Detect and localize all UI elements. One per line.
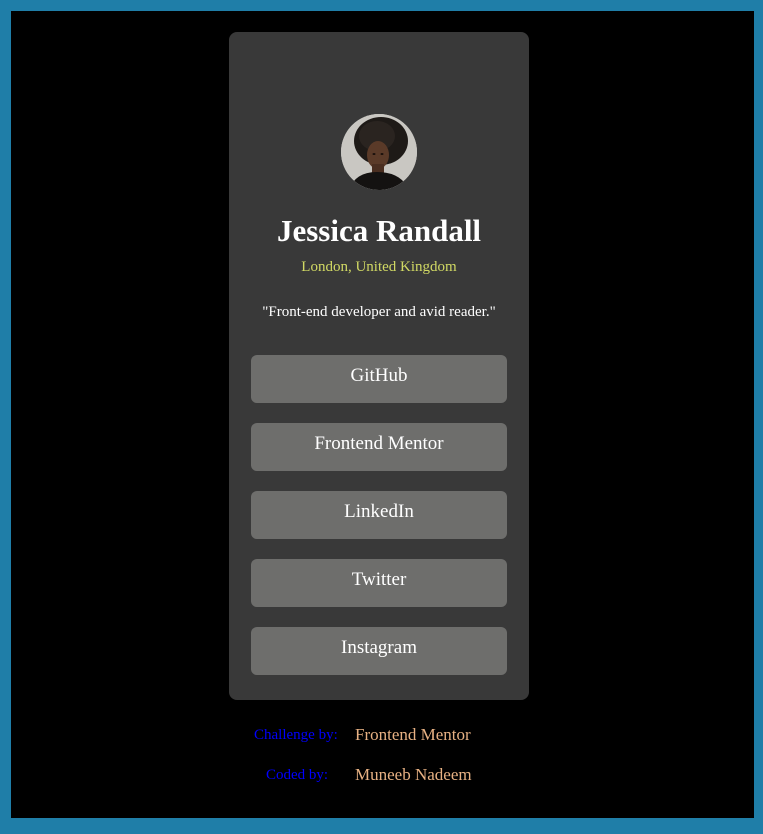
profile-photo-icon — [341, 114, 417, 190]
linkedin-link-button[interactable]: LinkedIn — [251, 491, 507, 539]
profile-name: Jessica Randall — [276, 213, 482, 248]
page-background: Jessica Randall London, United Kingdom "… — [11, 11, 754, 818]
coded-by-link[interactable]: Muneeb Nadeem — [355, 764, 472, 786]
instagram-link-button[interactable]: Instagram — [251, 627, 507, 675]
social-links: GitHub Frontend Mentor LinkedIn Twitter … — [251, 355, 507, 695]
challenge-by-label: Challenge by: — [254, 727, 338, 743]
avatar — [341, 114, 417, 190]
twitter-link-button[interactable]: Twitter — [251, 559, 507, 607]
github-link-button[interactable]: GitHub — [251, 355, 507, 403]
challenge-by-link[interactable]: Frontend Mentor — [355, 724, 471, 746]
frontend-mentor-link-button[interactable]: Frontend Mentor — [251, 423, 507, 471]
profile-location: London, United Kingdom — [301, 259, 457, 275]
profile-card: Jessica Randall London, United Kingdom "… — [229, 32, 529, 700]
coded-by-label: Coded by: — [266, 767, 329, 783]
profile-bio: "Front-end developer and avid reader." — [262, 304, 496, 320]
